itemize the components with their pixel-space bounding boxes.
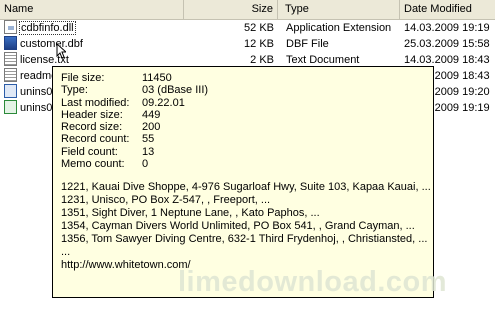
file-name[interactable]: cdbfinfo.dll xyxy=(19,21,76,35)
tooltip-label: Record count: xyxy=(61,133,130,146)
tooltip-label: Field count: xyxy=(61,145,118,158)
tooltip-value: 200 xyxy=(142,121,161,134)
column-header-name[interactable]: Name xyxy=(0,0,184,19)
file-size: 52 KB xyxy=(244,22,274,34)
file-row[interactable]: customer.dbf 12 KB DBF File 25.03.2009 1… xyxy=(0,36,495,52)
column-header-bar: Name Size Type Date Modified xyxy=(0,0,495,20)
tooltip-label: Header size: xyxy=(61,108,123,121)
file-date-modified: 25.03.2009 15:58 xyxy=(404,38,490,50)
file-type: DBF File xyxy=(286,38,329,50)
column-header-size[interactable]: Size xyxy=(184,0,278,19)
tooltip-label: Record size: xyxy=(61,121,123,134)
record-preview-line: 1351, Sight Diver, 1 Neptune Lane, , Kat… xyxy=(61,207,320,220)
text-file-icon xyxy=(4,52,17,66)
watermark-text: limedownload.com xyxy=(178,266,448,298)
file-row[interactable]: cdbfinfo.dll 52 KB Application Extension… xyxy=(0,20,495,36)
tooltip-value: 0 xyxy=(142,158,149,171)
file-type: Application Extension xyxy=(286,22,392,34)
column-header-type[interactable]: Type xyxy=(281,0,400,19)
record-preview-line: 1356, Tom Sawyer Diving Centre, 632-1 Th… xyxy=(61,233,428,246)
tooltip-value: 13 xyxy=(142,145,155,158)
file-date-modified: 14.03.2009 19:19 xyxy=(404,22,490,34)
dbf-info-tooltip: File size: 11450 Type: 03 (dBase III) Last… xyxy=(52,66,434,298)
file-size: 12 KB xyxy=(244,38,274,50)
tooltip-value: 11450 xyxy=(142,72,172,84)
tooltip-value: 449 xyxy=(142,108,161,121)
mouse-pointer-icon xyxy=(56,43,66,59)
tooltip-label: Type: xyxy=(61,84,88,97)
record-preview-line: 1221, Kauai Dive Shoppe, 4-976 Sugarloaf… xyxy=(61,181,431,194)
text-file-icon xyxy=(4,68,17,82)
column-header-date-modified[interactable]: Date Modified xyxy=(400,0,495,19)
exe-file-icon xyxy=(4,100,17,114)
dll-file-icon xyxy=(4,20,17,34)
file-name[interactable]: customer.dbf xyxy=(20,38,83,50)
tooltip-value: 55 xyxy=(142,133,155,146)
dbf-file-icon xyxy=(4,36,17,50)
tooltip-label: Last modified: xyxy=(61,96,130,109)
tooltip-label: File size: xyxy=(61,72,105,84)
record-preview-line: 1354, Cayman Divers World Unlimited, PO … xyxy=(61,220,415,233)
tooltip-label: Memo count: xyxy=(61,158,125,171)
tooltip-value: 03 (dBase III) xyxy=(142,84,209,97)
record-preview-line: 1231, Unisco, PO Box Z-547, , Freeport, … xyxy=(61,194,271,207)
tooltip-value: 09.22.01 xyxy=(142,96,185,109)
record-preview-ellipsis: ... xyxy=(61,246,71,259)
dat-file-icon xyxy=(4,84,17,98)
